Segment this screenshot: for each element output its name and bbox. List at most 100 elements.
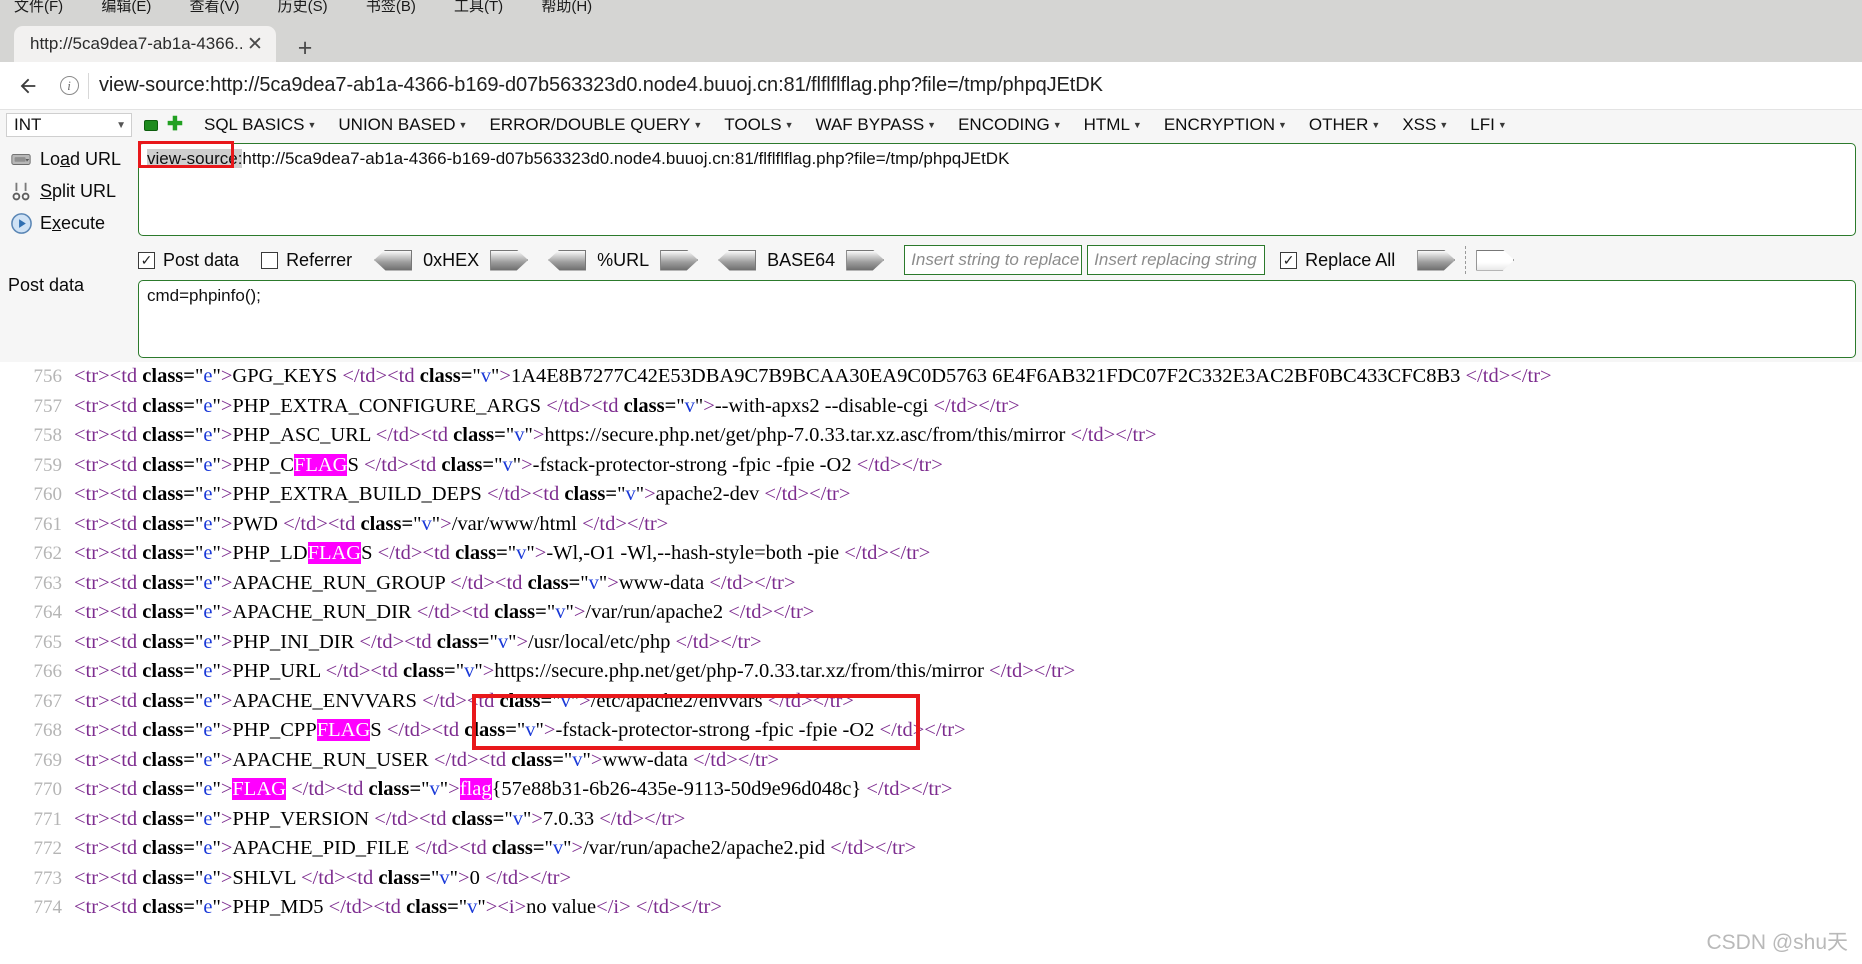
code-token: </td></tr> (599, 807, 686, 830)
code-token: class= (368, 778, 422, 800)
hackbar-post-data-textarea[interactable]: cmd=phpinfo(); (138, 280, 1856, 358)
encode-url-button[interactable] (660, 250, 698, 271)
split-url-button[interactable]: Split URL (8, 178, 132, 204)
view-source-code[interactable]: 756 <tr><td class="e">GPG_KEYS </td><td c… (0, 362, 1862, 964)
code-token: </td><td (374, 807, 452, 830)
close-icon[interactable]: ✕ (242, 31, 268, 57)
source-line: 759 <tr><td class="e">PHP_CFLAGS </td><td… (0, 451, 1862, 481)
replace-search-input[interactable]: Insert string to replace (904, 245, 1083, 275)
code-token: </td></tr> (484, 866, 572, 889)
divider (88, 72, 89, 99)
menu-bookmarks[interactable]: 书签(B) (366, 0, 416, 14)
menu-label: UNION BASED (338, 115, 456, 134)
plus-icon[interactable]: + (291, 34, 319, 62)
split-url-label: Split URL (40, 180, 117, 201)
hackbar-menu-error-double-query[interactable]: ERROR/DOUBLE QUERY ▼ (489, 115, 702, 135)
code-token: <tr><td (74, 453, 143, 476)
line-number: 756 (33, 366, 63, 387)
code-token: " (455, 660, 465, 682)
menu-label: XSS (1402, 115, 1437, 134)
load-url-button[interactable]: Load URL (8, 146, 132, 172)
code-token: PHP_MD5 (232, 896, 329, 918)
menu-help[interactable]: 帮助(H) (541, 0, 592, 14)
code-token: v (480, 365, 492, 387)
decode-hex-button[interactable] (374, 250, 412, 271)
code-token: > (590, 748, 603, 771)
hackbar-menu-html[interactable]: HTML ▼ (1084, 115, 1142, 135)
hackbar-menu-encoding[interactable]: ENCODING ▼ (958, 115, 1062, 135)
plus-icon[interactable]: ✚ (167, 115, 183, 134)
browser-menubar[interactable]: 文件(F) 编辑(E) 查看(V) 历史(S) 书签(B) 工具(T) 帮助(H… (0, 0, 1862, 18)
code-token: <tr><td (74, 542, 143, 564)
decode-base64-button[interactable] (718, 250, 756, 271)
hackbar-type-select[interactable]: INT ▼ (6, 113, 132, 137)
code-token: <tr><td (74, 896, 143, 918)
chevron-down-icon: ▼ (784, 120, 794, 130)
hackbar-menu-tools[interactable]: TOOLS ▼ (724, 115, 793, 135)
code-token: </td><td (386, 719, 465, 741)
code-token: > (220, 483, 233, 505)
code-token: SHLVL (232, 866, 301, 889)
hackbar-menu-other[interactable]: OTHER ▼ (1309, 115, 1380, 135)
code-token: GPG_KEYS (232, 365, 343, 387)
replace-apply-button[interactable] (1417, 250, 1455, 271)
chevron-down-icon: ▼ (1497, 120, 1507, 130)
line-number: 763 (33, 572, 63, 594)
code-token: --with-apxs2 --disable-cgi (714, 394, 934, 417)
replace-undo-button[interactable] (1476, 250, 1514, 271)
back-arrow-icon[interactable] (8, 66, 48, 106)
hackbar-menu-lfi[interactable]: LFI ▼ (1470, 115, 1506, 135)
code-token: v (572, 748, 583, 771)
code-token: > (521, 453, 533, 476)
minus-icon[interactable] (144, 119, 158, 131)
referrer-checkbox[interactable]: Referrer (261, 250, 352, 271)
menu-view[interactable]: 查看(V) (190, 0, 240, 14)
chevron-down-icon: ▼ (927, 120, 937, 130)
code-token: </td><td (291, 778, 369, 800)
code-token: " (212, 394, 221, 417)
code-token: > (703, 394, 715, 417)
encode-base64-button[interactable] (846, 250, 884, 271)
code-token: " (212, 896, 221, 918)
split-url-icon (8, 178, 34, 204)
load-url-icon (8, 146, 34, 172)
encode-hex-button[interactable] (490, 250, 528, 271)
execute-button[interactable]: Execute (8, 210, 132, 236)
menu-tools[interactable]: 工具(T) (454, 0, 503, 14)
code-token: PHP_CPP (232, 719, 317, 741)
code-token: " (580, 571, 589, 594)
decode-url-button[interactable] (548, 250, 586, 271)
code-token: </td></tr> (764, 483, 851, 505)
flag-highlight: flag (459, 778, 492, 800)
code-token: class= (455, 542, 508, 564)
hackbar-menu-union-based[interactable]: UNION BASED ▼ (338, 115, 467, 135)
info-icon[interactable]: i (52, 69, 86, 103)
hackbar-menu-sql-basics[interactable]: SQL BASICS ▼ (204, 115, 316, 135)
post-data-sidebar-label: Post data (8, 275, 85, 295)
line-number: 762 (33, 543, 63, 564)
hackbar-menu-encryption[interactable]: ENCRYPTION ▼ (1164, 115, 1287, 135)
code-token: www-data (602, 748, 693, 771)
hackbar-menu-waf-bypass[interactable]: WAF BYPASS ▼ (816, 115, 937, 135)
code-token: " (431, 512, 441, 535)
code-token: APACHE_RUN_GROUP (232, 571, 451, 594)
replace-all-checkbox[interactable]: ✓ Replace All (1280, 250, 1395, 271)
address-bar-input[interactable]: view-source:http://5ca9dea7-ab1a-4366-b1… (99, 74, 1103, 97)
code-token: > (644, 483, 656, 505)
menu-history[interactable]: 历史(S) (278, 0, 328, 14)
code-token: </td></tr> (1465, 365, 1552, 387)
menu-file[interactable]: 文件(F) (14, 0, 63, 14)
menu-label: TOOLS (724, 115, 782, 134)
code-token: class= (142, 394, 195, 417)
replace-with-input[interactable]: Insert replacing string (1087, 245, 1266, 275)
browser-tab[interactable]: http://5ca9dea7-ab1a-4366... ✕ (14, 26, 276, 62)
hackbar-url-textarea[interactable]: view-source:http://5ca9dea7-ab1a-4366-b1… (138, 143, 1856, 236)
code-token: 1A4E8B7277C42E53DBA9C7B9BCAA30EA9C0D5763… (510, 365, 1466, 387)
menu-edit[interactable]: 编辑(E) (101, 0, 151, 14)
code-token: <tr><td (74, 630, 143, 653)
post-data-checkbox[interactable]: ✓ Post data (138, 250, 239, 271)
hackbar-menu-xss[interactable]: XSS ▼ (1402, 115, 1448, 135)
code-token: " (524, 424, 533, 446)
code-token: > (543, 719, 556, 741)
code-token: " (212, 807, 221, 830)
